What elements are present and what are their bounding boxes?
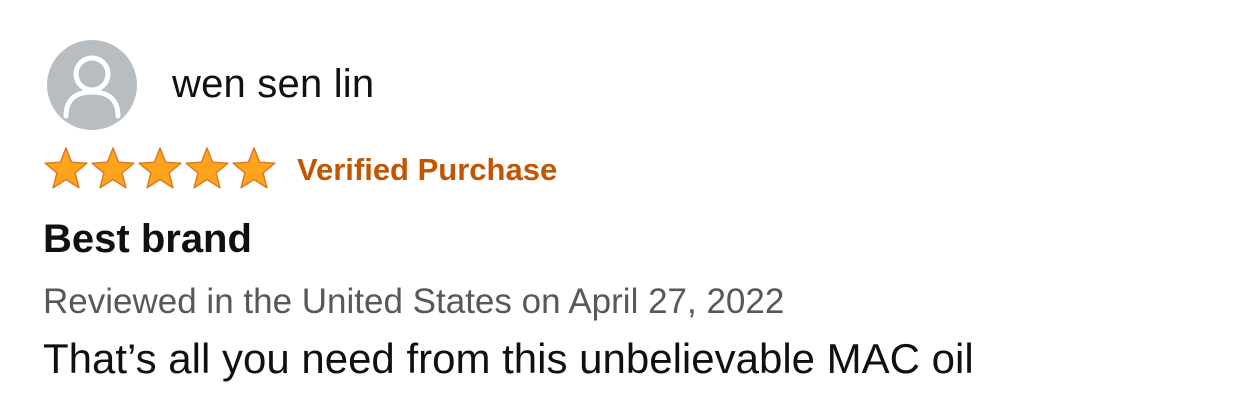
review-title[interactable]: Best brand bbox=[43, 217, 252, 262]
star-icon bbox=[230, 145, 278, 193]
avatar[interactable] bbox=[47, 40, 137, 130]
star-icon bbox=[183, 145, 231, 193]
default-user-icon bbox=[47, 40, 137, 130]
rating-row: Verified Purchase bbox=[42, 145, 557, 193]
star-icon bbox=[89, 145, 137, 193]
review-body: That’s all you need from this unbelievab… bbox=[43, 335, 974, 382]
reviewer-name[interactable]: wen sen lin bbox=[172, 62, 374, 107]
review-date: Reviewed in the United States on April 2… bbox=[43, 282, 785, 321]
customer-review: wen sen lin Verified Purchase Best brand… bbox=[0, 0, 1242, 419]
star-rating[interactable] bbox=[42, 145, 277, 193]
star-icon bbox=[136, 145, 184, 193]
verified-purchase-badge: Verified Purchase bbox=[297, 151, 558, 187]
star-icon bbox=[42, 145, 90, 193]
reviewer-profile[interactable]: wen sen lin bbox=[47, 40, 374, 130]
